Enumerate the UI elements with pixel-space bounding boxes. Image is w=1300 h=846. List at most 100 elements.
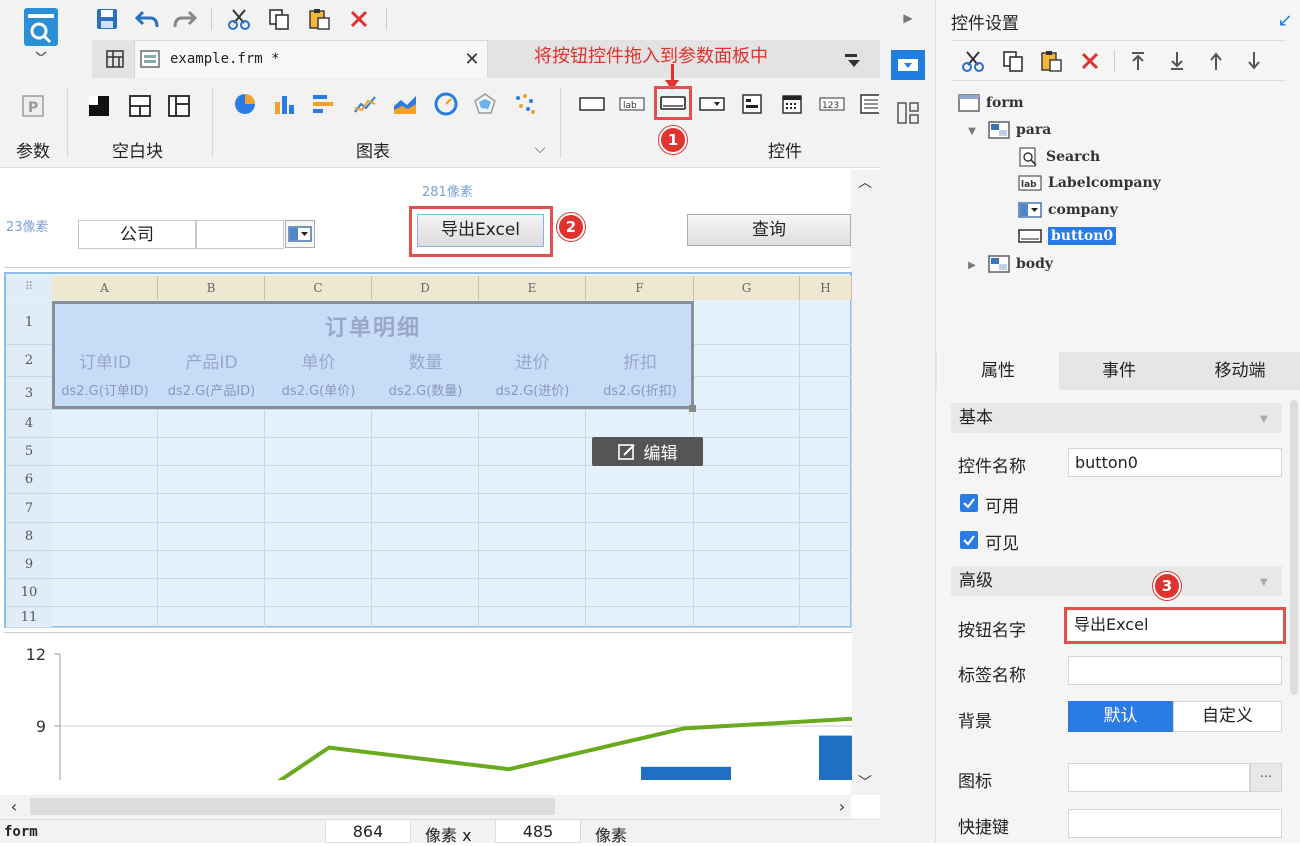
grid-cell[interactable] [479, 494, 586, 523]
table-block-icon[interactable] [166, 93, 192, 119]
column-header-b[interactable]: B [158, 276, 265, 300]
grid-cell[interactable] [479, 579, 586, 607]
absolute-block-icon[interactable] [86, 93, 112, 119]
grid-cell[interactable] [52, 551, 158, 579]
tab-mobile[interactable]: 移动端 [1180, 352, 1300, 390]
grid-cell[interactable] [372, 438, 479, 466]
label-widget-icon[interactable]: lab [619, 91, 645, 117]
column-header-f[interactable]: F [586, 276, 694, 300]
grid-cell[interactable] [265, 551, 372, 579]
row-header[interactable]: 10 [6, 579, 52, 607]
grid-cell[interactable] [694, 301, 800, 345]
gauge-chart-icon[interactable] [433, 91, 459, 117]
grid-cell[interactable] [586, 579, 694, 607]
bg-custom-button[interactable]: 自定义 [1173, 701, 1282, 732]
tree-node-search[interactable]: Search [1018, 147, 1100, 167]
row-header[interactable]: 9 [6, 551, 52, 579]
column-header-d[interactable]: D [372, 276, 479, 300]
grid-cell[interactable] [800, 607, 852, 628]
area-chart-icon[interactable] [392, 91, 418, 117]
row-header[interactable]: 8 [6, 523, 52, 551]
grid-cell[interactable] [158, 494, 265, 523]
scroll-down-icon[interactable]: ﹀ [855, 772, 875, 792]
canvas-height-input[interactable]: 485 [495, 819, 581, 843]
grid-cell[interactable] [694, 523, 800, 551]
icon-browse-button[interactable]: ··· [1250, 763, 1282, 792]
grid-cell[interactable] [800, 494, 852, 523]
query-button[interactable]: 查询 [687, 214, 851, 246]
icon-input[interactable] [1068, 763, 1250, 792]
chevron-down-icon[interactable]: ⌵ [530, 140, 550, 158]
grid-cell[interactable] [158, 410, 265, 438]
widget-settings-tab-icon[interactable] [891, 50, 925, 80]
grid-cell[interactable] [800, 579, 852, 607]
collapse-arrow-icon[interactable]: ↙ [1274, 9, 1296, 31]
tree-node-body[interactable]: body [988, 254, 1053, 274]
scroll-up-icon[interactable]: ︿ [855, 172, 875, 192]
grid-cell[interactable] [265, 466, 372, 494]
hbar-chart-icon[interactable] [310, 91, 336, 117]
column-header-a[interactable]: A [52, 276, 158, 300]
company-label[interactable]: 公司 [78, 220, 196, 249]
expand-body-icon[interactable]: ▶ [966, 258, 978, 272]
grid-cell[interactable] [265, 410, 372, 438]
grid-cell[interactable] [800, 466, 852, 494]
grid-cell[interactable] [158, 523, 265, 551]
scatter-chart-icon[interactable] [512, 91, 538, 117]
section-basic[interactable]: 基本 [951, 403, 1282, 433]
grid-cell[interactable] [265, 523, 372, 551]
corner-cell[interactable]: ⠿ [6, 276, 52, 300]
grid-cell[interactable] [586, 551, 694, 579]
expand-para-icon[interactable]: ▼ [966, 124, 978, 138]
redo-icon[interactable] [172, 6, 198, 32]
grid-cell[interactable] [800, 438, 852, 466]
grid-cell[interactable] [52, 466, 158, 494]
column-header-g[interactable]: G [694, 276, 800, 300]
tree-cut-icon[interactable] [960, 48, 986, 74]
line-chart-icon[interactable] [352, 91, 378, 117]
grid-cell[interactable] [52, 523, 158, 551]
tab-events[interactable]: 事件 [1059, 352, 1179, 390]
row-header[interactable]: 4 [6, 410, 52, 438]
canvas-width-input[interactable]: 864 [325, 819, 411, 843]
tree-node-para[interactable]: para [988, 120, 1051, 140]
bg-default-button[interactable]: 默认 [1068, 701, 1173, 732]
column-header-h[interactable]: H [800, 276, 852, 300]
grid-cell[interactable] [372, 523, 479, 551]
move-down-icon[interactable] [1242, 48, 1266, 74]
row-header[interactable]: 3 [6, 377, 52, 410]
undo-icon[interactable] [134, 6, 160, 32]
grid-cell[interactable] [694, 607, 800, 628]
vertical-scrollbar[interactable] [851, 170, 880, 795]
grid-cell[interactable] [800, 345, 852, 377]
shortcut-input[interactable] [1068, 809, 1282, 838]
grid-cell[interactable] [158, 466, 265, 494]
grid-cell[interactable] [479, 410, 586, 438]
grid-cell[interactable] [479, 523, 586, 551]
app-menu-icon[interactable] [22, 6, 60, 56]
row-header[interactable]: 6 [6, 466, 52, 494]
export-excel-button[interactable]: 导出Excel [417, 214, 544, 247]
visible-checkbox[interactable] [960, 531, 978, 549]
grid-cell[interactable] [265, 579, 372, 607]
grid-cell[interactable] [265, 494, 372, 523]
grid-cell[interactable] [158, 551, 265, 579]
grid-cell[interactable] [694, 494, 800, 523]
button-widget-icon[interactable] [654, 86, 692, 120]
expand-panel-icon[interactable]: ▶ [898, 8, 918, 28]
grid-cell[interactable] [372, 551, 479, 579]
close-tab-icon[interactable]: ✕ [462, 49, 482, 70]
grid-cell[interactable] [479, 438, 586, 466]
tree-node-labelcompany[interactable]: lab Labelcompany [1018, 174, 1161, 192]
grid-cell[interactable] [586, 607, 694, 628]
cut-icon[interactable] [226, 6, 252, 32]
grid-cell[interactable] [479, 551, 586, 579]
component-library-icon[interactable] [895, 100, 921, 126]
grid-cell[interactable] [372, 410, 479, 438]
button-name-input[interactable]: 导出Excel [1068, 611, 1282, 640]
column-header-c[interactable]: C [265, 276, 372, 300]
tree-delete-icon[interactable] [1077, 48, 1103, 74]
move-top-icon[interactable] [1126, 48, 1150, 74]
save-icon[interactable] [94, 6, 120, 32]
list-widget-icon[interactable] [859, 91, 879, 117]
